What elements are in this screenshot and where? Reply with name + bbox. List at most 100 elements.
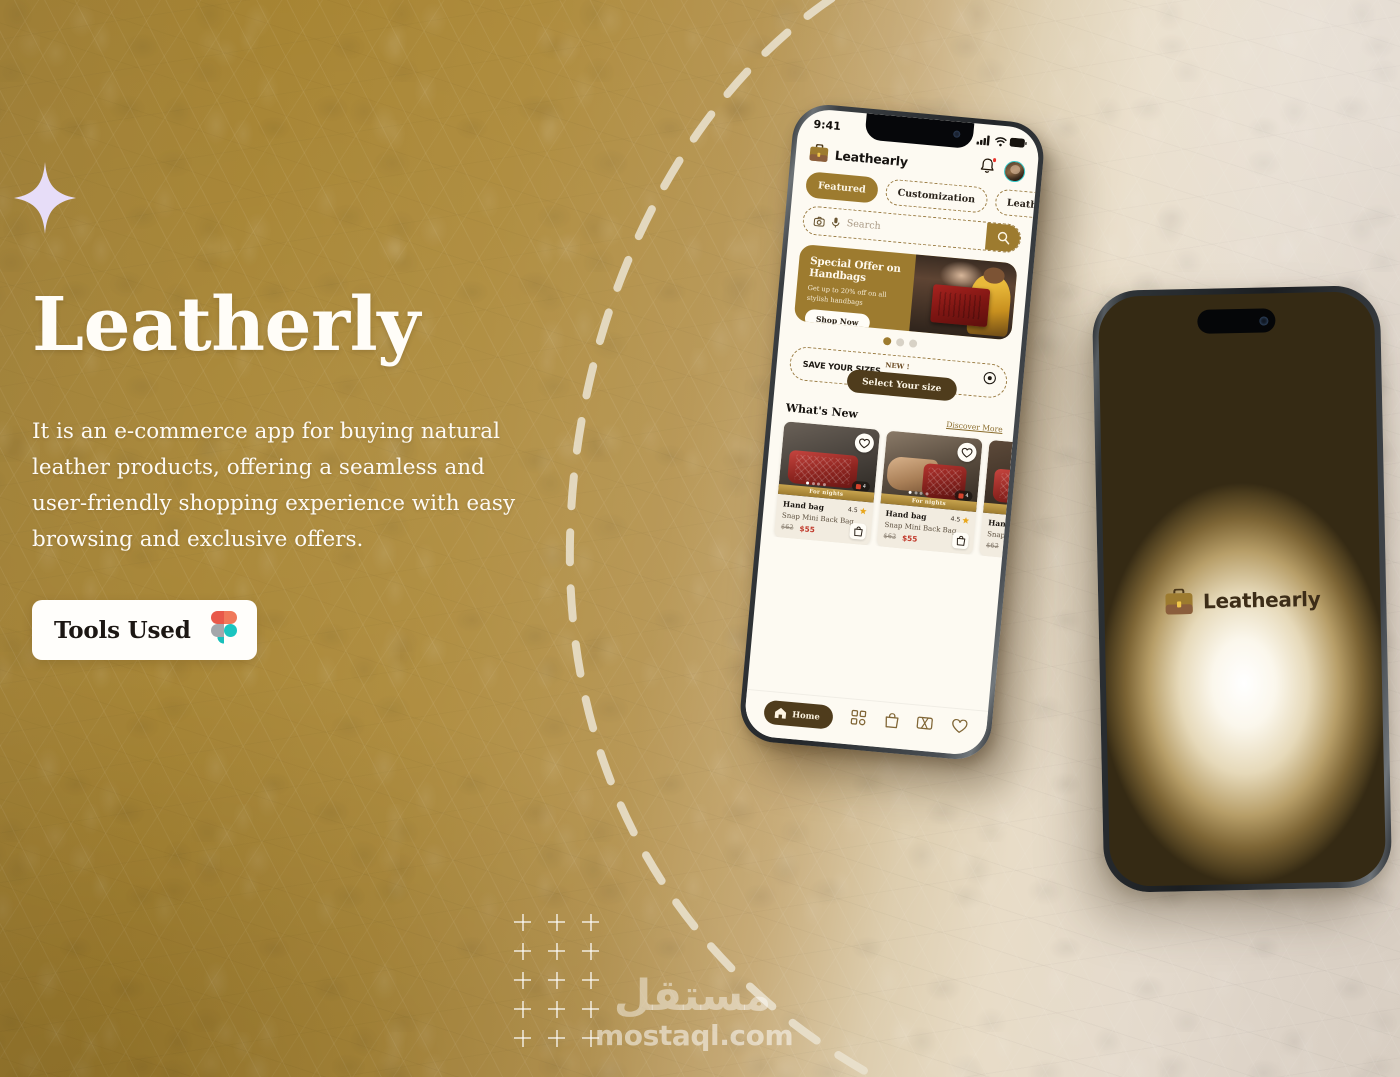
hero-description: It is an e-commerce app for buying natur…	[32, 419, 516, 553]
product-card[interactable]: 4 For nights Hand bag 4.5 Snap Mini Back…	[774, 421, 881, 545]
user-avatar[interactable]	[1003, 159, 1027, 183]
product-name: Hand bag	[782, 499, 825, 513]
heart-icon	[951, 718, 968, 733]
product-card-list: 4 For nights Hand bag 4.5 Snap Mini Back…	[761, 413, 1014, 557]
product-name: Hand	[987, 518, 1012, 530]
product-bag-shape	[991, 468, 1014, 508]
star-icon	[962, 517, 970, 524]
front-camera-icon	[952, 130, 961, 138]
plus-mark	[508, 910, 542, 939]
chip-leather-blog[interactable]: Leather Blog	[993, 188, 1036, 223]
search-submit-button[interactable]	[984, 222, 1022, 253]
front-camera-icon	[1259, 315, 1269, 326]
wifi-icon	[994, 136, 1007, 146]
tools-used-label: Tools Used	[54, 616, 191, 644]
tab-categories[interactable]	[850, 709, 867, 730]
bag-icon	[853, 525, 863, 536]
image-dots	[908, 490, 929, 496]
image-count: 4	[965, 492, 969, 500]
product-card[interactable]: 4 For nights Hand bag 4.5 Snap Mini Back…	[876, 430, 983, 555]
product-card[interactable]: For nights Hand Snap $62	[979, 439, 1014, 557]
plus-mark	[542, 997, 576, 1026]
phone-screen-splash: Leathearly	[1097, 291, 1387, 887]
save-sizes-new-badge: NEW !	[884, 361, 910, 372]
image-dots	[805, 481, 827, 487]
product-image: 4 For nights	[777, 421, 881, 503]
add-to-cart-button[interactable]	[951, 531, 970, 549]
phone-frame: Leathearly	[1091, 285, 1393, 893]
grid-categories-icon	[851, 709, 867, 725]
promo-handbag	[930, 283, 991, 328]
search-icon	[997, 231, 1009, 245]
watermark-arabic: مستقل	[613, 971, 772, 1021]
star-icon	[859, 507, 867, 515]
product-new-price: $55	[799, 523, 816, 534]
tab-favorites[interactable]	[950, 718, 968, 739]
tab-home-label: Home	[791, 708, 821, 722]
status-icons	[976, 134, 1027, 148]
rating-value: 4.5	[847, 506, 859, 515]
plus-mark	[542, 1026, 576, 1055]
mostaql-watermark: مستقل mostaql.com	[595, 971, 794, 1052]
close-circle-icon[interactable]	[982, 371, 997, 390]
product-rating: 4.5	[848, 506, 867, 515]
tools-used-button[interactable]: Tools Used	[32, 600, 257, 661]
product-new-price: $55	[901, 532, 918, 544]
home-icon	[774, 707, 787, 719]
status-time: 9:41	[812, 117, 842, 134]
product-old-price: $62	[883, 531, 897, 541]
promo-subtitle: Get up to 20% off on all stylish handbag…	[806, 283, 887, 308]
splash-logo: Leathearly	[1164, 586, 1321, 616]
splash-brand-name: Leathearly	[1202, 587, 1321, 614]
phone-mockup-splash: Leathearly	[1091, 285, 1393, 893]
shopping-bag-icon	[885, 712, 899, 728]
promo-banner[interactable]: Special Offer on Handbags Get up to 20% …	[793, 243, 1018, 341]
app-header-actions	[978, 156, 1027, 183]
hero-copy: Leatherly It is an e-commerce app for bu…	[32, 282, 552, 661]
plus-mark	[508, 997, 542, 1026]
sparkle-four-point-icon	[14, 162, 76, 234]
phone-screen-home: 9:41 Leathearly Featured Customization L…	[742, 107, 1042, 757]
product-old-price: $62	[985, 540, 1000, 550]
plus-mark	[508, 968, 542, 997]
page-title: Leatherly	[32, 282, 420, 368]
battery-icon	[1009, 137, 1027, 148]
tab-vouchers[interactable]	[916, 715, 934, 735]
image-count: 4	[862, 483, 867, 490]
product-image: For nights	[983, 439, 1014, 522]
heart-icon[interactable]	[854, 432, 875, 454]
carousel-dot-1[interactable]	[882, 336, 892, 346]
heart-icon[interactable]	[956, 442, 978, 463]
product-rating: 4.5	[950, 515, 970, 525]
app-brand-name: Leathearly	[834, 147, 909, 169]
search-input-area[interactable]: Search	[803, 214, 986, 242]
dynamic-island	[1197, 308, 1276, 334]
chip-customization[interactable]: Customization	[884, 178, 989, 214]
watermark-latin: mostaql.com	[595, 1019, 794, 1052]
rating-value: 4.5	[950, 515, 961, 524]
promo-text: Special Offer on Handbags Get up to 20% …	[794, 244, 925, 333]
product-info: Hand bag 4.5 Snap Mini Back Bag $62 $55	[774, 494, 873, 545]
briefcase-icon	[1165, 588, 1193, 615]
carousel-dot-2[interactable]	[895, 338, 905, 347]
plus-mark	[576, 939, 610, 968]
camera-icon[interactable]	[813, 216, 825, 227]
tab-bag[interactable]	[884, 712, 900, 733]
microphone-icon[interactable]	[831, 217, 840, 229]
notifications-button[interactable]	[978, 156, 998, 180]
carousel-dot-3[interactable]	[908, 339, 918, 348]
add-to-cart-button[interactable]	[849, 522, 867, 540]
chip-featured[interactable]: Featured	[804, 171, 879, 204]
plus-mark	[508, 1026, 542, 1055]
product-info: Hand bag 4.5 Snap Mini Back Bag $62 $55	[877, 503, 976, 554]
briefcase-icon	[809, 143, 829, 162]
plus-mark	[576, 910, 610, 939]
cover-stage: مستقل mostaql.com Leatherly It is an e-c…	[0, 0, 1400, 1077]
notification-badge	[991, 156, 998, 163]
plus-mark	[508, 939, 542, 968]
promo-image	[908, 254, 1018, 341]
shop-now-button[interactable]: Shop Now	[804, 309, 871, 333]
tab-home[interactable]: Home	[763, 699, 834, 730]
plus-mark	[542, 939, 576, 968]
product-name: Hand bag	[885, 508, 927, 522]
